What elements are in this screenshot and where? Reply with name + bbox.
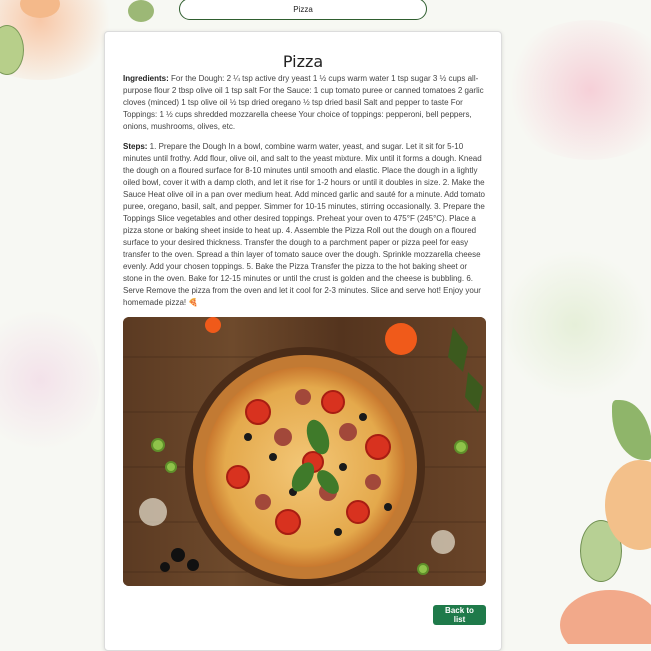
ingredients-label: Ingredients: xyxy=(123,74,169,83)
recipe-title: Pizza xyxy=(282,52,324,71)
recipe-photo xyxy=(123,317,486,586)
recipe-card: Pizza Ingredients: For the Dough: 2 ¼ ts… xyxy=(104,31,502,651)
page-title-pill: Pizza xyxy=(179,0,427,20)
watercolor-blob xyxy=(500,250,650,400)
steps-section: Steps: 1. Prepare the Dough In a bowl, c… xyxy=(123,141,487,309)
page-title: Pizza xyxy=(293,4,313,14)
back-to-list-button[interactable]: Back to list xyxy=(433,605,486,625)
watercolor-blob xyxy=(612,400,651,460)
watercolor-blob xyxy=(500,20,651,160)
watercolor-blob xyxy=(128,0,154,22)
ingredients-section: Ingredients: For the Dough: 2 ¼ tsp acti… xyxy=(123,73,487,133)
pizza-image xyxy=(123,317,486,586)
steps-text: 1. Prepare the Dough In a bowl, combine … xyxy=(123,142,485,307)
ingredients-text: For the Dough: 2 ¼ tsp active dry yeast … xyxy=(123,74,484,131)
watercolor-blob xyxy=(0,300,100,460)
watercolor-blob xyxy=(560,590,651,644)
steps-label: Steps: xyxy=(123,142,148,151)
